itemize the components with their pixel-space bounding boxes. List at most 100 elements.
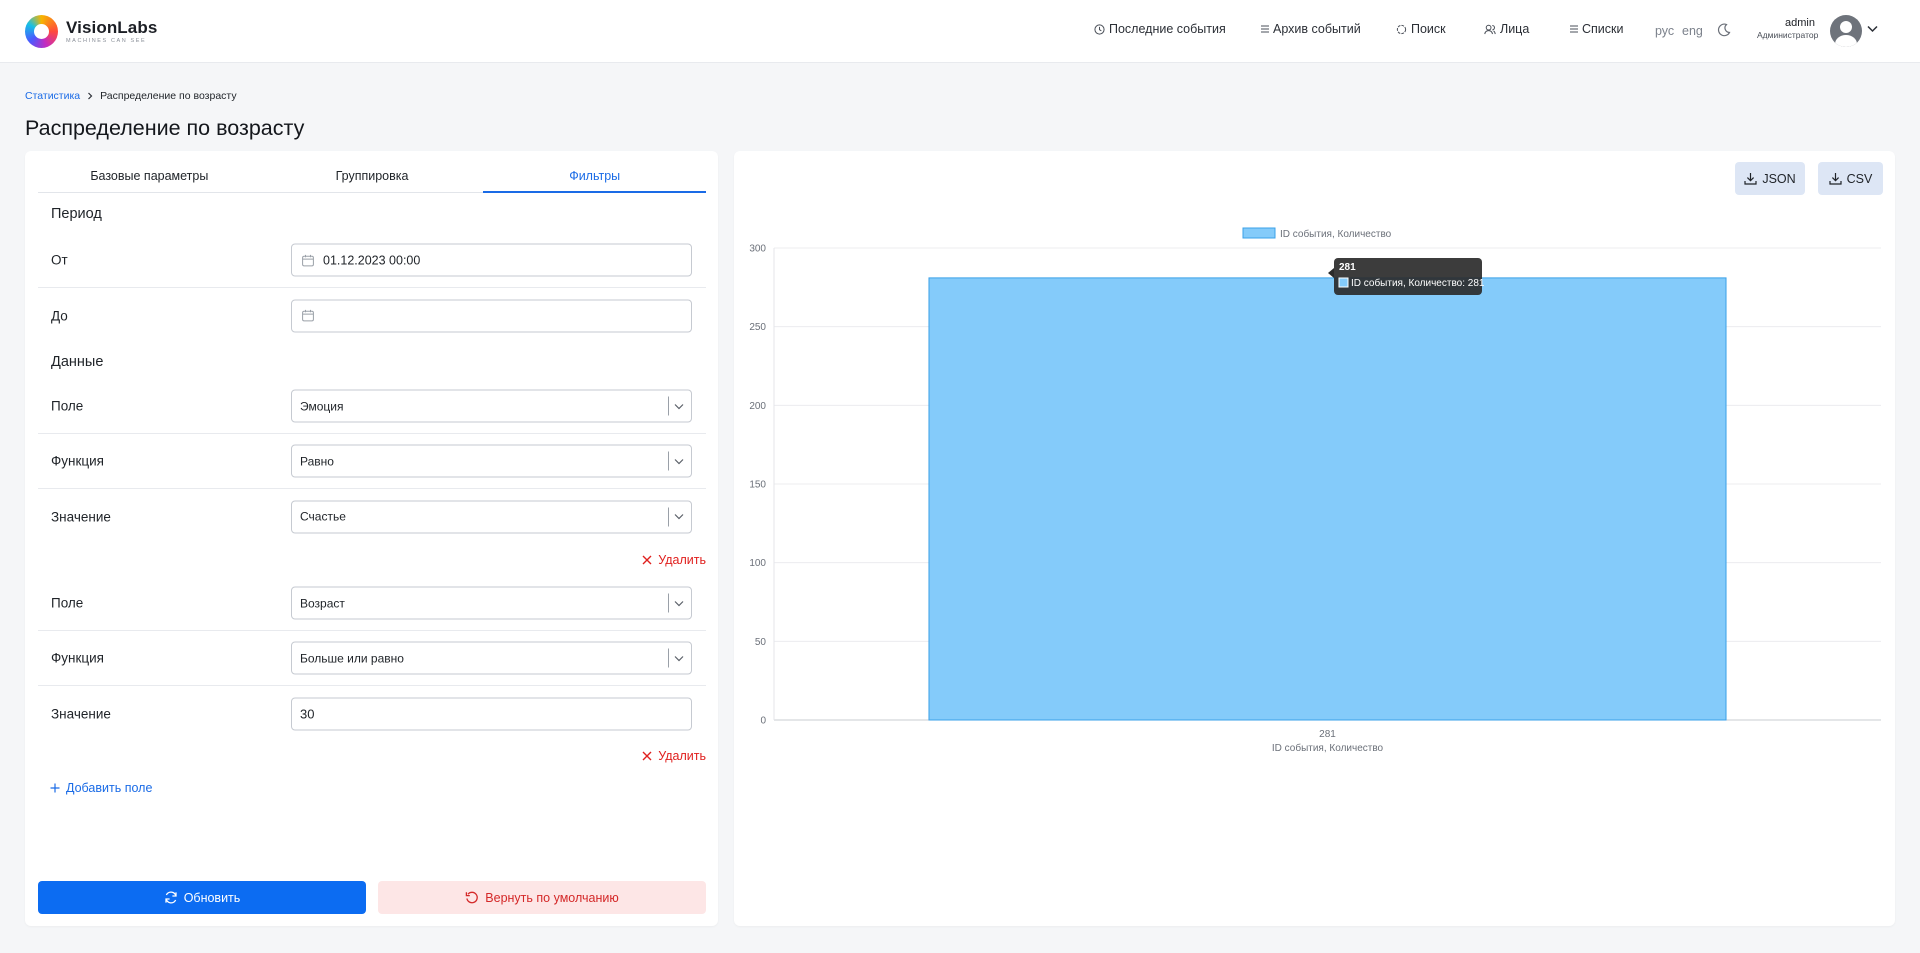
refresh-label: Обновить [183,890,241,905]
x-axis-label: ID события, Количество [1272,742,1384,754]
clock-icon [1094,23,1105,35]
breadcrumb: Статистика Распределение по возрасту [25,90,237,102]
nav-item-faces[interactable]: Лица [1484,22,1529,36]
calendar-icon [302,309,314,322]
list-icon [1261,25,1269,33]
filter-1-field-value: Эмоция [300,399,344,413]
filter-1-value-select[interactable]: Счастье [291,500,692,533]
moon-icon[interactable] [1717,23,1731,37]
period-from-row: От 01.12.2023 00:00 [38,233,706,288]
plus-icon [50,783,60,793]
brand-logo[interactable]: VisionLabs MACHINES CAN SEE [25,15,157,48]
filter-function-label: Функция [51,453,104,469]
nav-item-label: Архив событий [1273,22,1361,36]
filter-2-function-row: Функция Больше или равно [38,631,706,686]
lang-ru[interactable]: рус [1655,24,1674,38]
y-tick-label: 300 [749,244,766,255]
nav-item-label: Последние события [1109,22,1226,36]
search-icon [1396,24,1407,34]
nav-item-events-archive[interactable]: Архив событий [1261,22,1361,36]
filter-value-label: Значение [51,509,111,524]
filter-2-function-select[interactable]: Больше или равно [291,641,692,675]
filter-1-function-value: Равно [300,454,334,468]
nav-item-search[interactable]: Поиск [1396,22,1446,36]
settings-panel: Базовые параметры Группировка Фильтры Пе… [25,151,718,926]
filter-2-field-row: Поле Возраст [38,576,706,631]
filter-field-label: Поле [51,595,84,611]
filter-2-field-select[interactable]: Возраст [291,586,692,620]
breadcrumb-current: Распределение по возрасту [100,90,237,102]
chevron-right-icon [88,92,93,100]
filter-1-field-select[interactable]: Эмоция [291,389,692,423]
tab-grouping[interactable]: Группировка [261,151,484,192]
delete-label: Удалить [658,749,706,763]
nav-item-recent-events[interactable]: Последние события [1094,22,1226,36]
breadcrumb-statistics[interactable]: Статистика [25,90,80,102]
y-tick-label: 200 [749,401,766,412]
y-tick-label: 50 [755,637,767,648]
filter-field-label: Поле [51,398,84,414]
refresh-icon [165,891,177,904]
nav-item-lists[interactable]: Списки [1570,22,1623,36]
period-to-row: До [38,288,706,343]
calendar-icon [302,254,314,266]
close-icon [642,751,652,761]
chevron-down-icon [674,403,684,409]
tooltip-swatch [1338,277,1349,288]
nav-item-label: Поиск [1411,22,1446,36]
settings-tabs: Базовые параметры Группировка Фильтры [38,151,706,193]
period-from-label: От [51,252,68,268]
nav-item-label: Лица [1500,22,1530,36]
period-from-value: 01.12.2023 00:00 [323,253,421,267]
logo-icon [25,15,58,48]
filter-2-value-value: 30 [300,706,315,721]
list-icon [1570,25,1578,33]
reset-defaults-button[interactable]: Вернуть по умолчанию [378,881,706,914]
period-from-input[interactable]: 01.12.2023 00:00 [291,243,692,277]
user-role: Администратор [1757,30,1819,40]
tab-filters[interactable]: Фильтры [483,151,706,193]
legend-swatch [1242,227,1276,239]
filter-2-value-row: Значение 30 [38,686,706,741]
filter-function-label: Функция [51,650,104,666]
filter-1-value-row: Значение Счастье [38,489,706,544]
filter-2-value-input[interactable]: 30 [291,697,692,730]
avatar[interactable] [1830,15,1862,47]
page-title: Распределение по возрасту [25,116,305,140]
filter-value-label: Значение [51,706,111,721]
reset-label: Вернуть по умолчанию [485,890,619,905]
chart-panel: JSON CSV 0 50 100 150 200 250 300 281 ID события… [734,151,1895,926]
refresh-button[interactable]: Обновить [38,881,366,914]
y-tick-label: 150 [749,480,766,491]
undo-icon [466,891,479,903]
data-title: Данные [51,354,104,370]
bar [928,277,1727,721]
user-name: admin [1785,17,1815,29]
period-to-input[interactable] [291,299,692,332]
filter-2-function-value: Больше или равно [300,651,404,665]
tooltip-title: 281 [1339,262,1356,273]
nav-item-label: Списки [1582,22,1624,36]
top-header: VisionLabs MACHINES CAN SEE Последние со… [0,0,1920,63]
chevron-down-icon [674,655,684,661]
period-title: Период [51,206,102,222]
period-to-label: До [51,308,68,323]
filter-1-delete-button[interactable]: Удалить [642,553,706,567]
filter-1-value-value: Счастье [300,509,346,524]
lang-en[interactable]: eng [1682,24,1703,38]
brand-name: VisionLabs [66,17,158,37]
user-info[interactable]: admin Администратор [1757,17,1819,41]
chevron-down-icon [674,514,684,520]
tooltip-text: ID события, Количество: 281 [1351,277,1485,289]
chevron-down-icon [674,458,684,464]
add-field-button[interactable]: Добавить поле [50,781,152,795]
tab-basic-params[interactable]: Базовые параметры [38,151,261,192]
filter-1-function-row: Функция Равно [38,434,706,489]
add-field-label: Добавить поле [66,781,153,795]
x-tick-label: 281 [1319,729,1336,740]
people-icon [1484,24,1496,34]
chevron-down-icon[interactable] [1867,25,1878,33]
tooltip-caret [1328,268,1334,278]
filter-2-delete-button[interactable]: Удалить [642,749,706,763]
filter-1-function-select[interactable]: Равно [291,444,692,478]
